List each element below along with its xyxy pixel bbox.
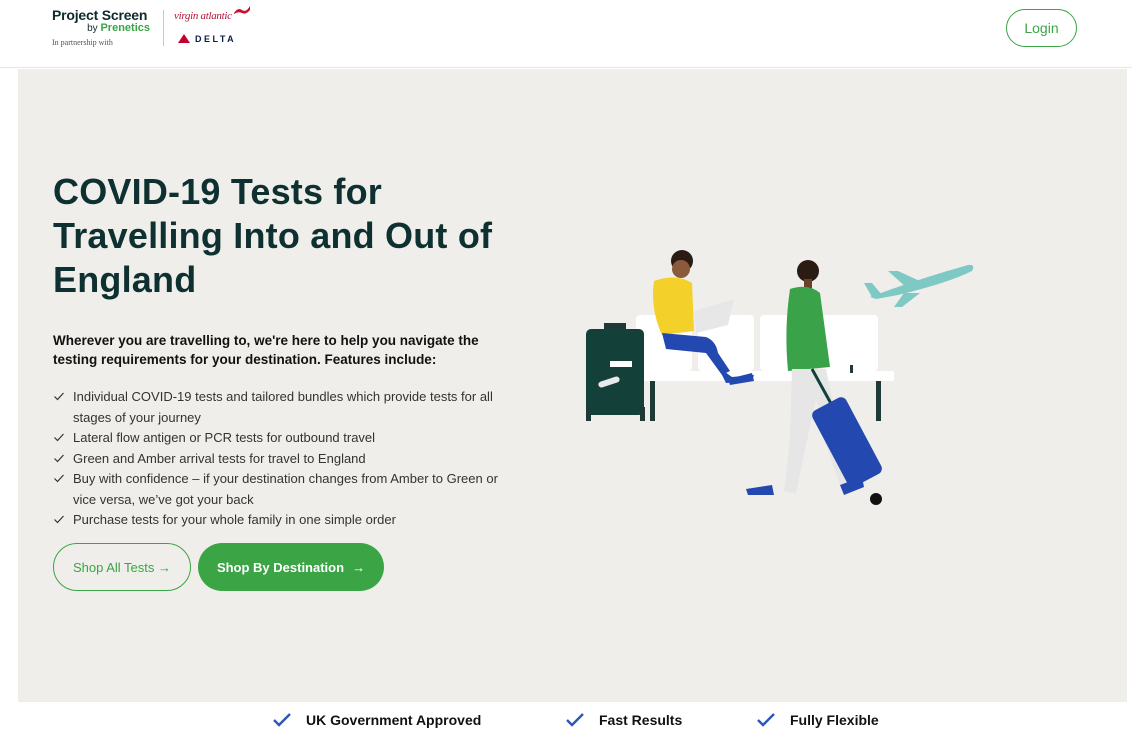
badge-fully-flexible: Fully Flexible — [756, 712, 879, 728]
airplane-icon — [864, 264, 974, 307]
login-button[interactable]: Login — [1006, 9, 1077, 47]
badge-label: UK Government Approved — [306, 712, 482, 728]
feature-text: Purchase tests for your whole family in … — [73, 512, 396, 527]
check-icon — [54, 454, 64, 462]
badge-label: Fully Flexible — [790, 712, 879, 728]
logo-divider — [163, 10, 164, 46]
feature-item: Lateral flow antigen or PCR tests for ou… — [53, 428, 523, 449]
brand-company: Prenetics — [100, 22, 150, 34]
shop-by-destination-button[interactable]: Shop By Destination → — [198, 543, 384, 591]
hero-intro: Wherever you are travelling to, we're he… — [53, 333, 479, 367]
check-icon — [54, 392, 64, 401]
hero-section: COVID-19 Tests for Travelling Into and O… — [18, 69, 1127, 702]
brand-by: by — [87, 23, 98, 34]
trust-badges: UK Government Approved Fast Results Full… — [0, 712, 1132, 742]
feature-text: Lateral flow antigen or PCR tests for ou… — [73, 430, 376, 445]
check-icon — [566, 713, 584, 727]
brand-byline: by Prenetics — [52, 22, 162, 35]
check-icon — [54, 474, 64, 483]
check-icon — [54, 515, 64, 524]
delta-triangle-icon — [178, 34, 190, 43]
site-header: Project Screen by Prenetics In partnersh… — [0, 0, 1132, 68]
shop-by-destination-label: Shop By Destination — [216, 559, 345, 575]
feature-item: Buy with confidence – if your destinatio… — [53, 469, 523, 510]
feature-text: Buy with confidence – if your destinatio… — [73, 471, 498, 507]
badge-fast-results: Fast Results — [565, 712, 682, 728]
feature-item: Purchase tests for your whole family in … — [53, 510, 523, 531]
travellers-illustration — [586, 250, 974, 505]
delta-wordmark: DELTA — [195, 34, 237, 44]
virgin-atlantic-logo: virgin atlantic — [174, 10, 232, 22]
check-icon — [54, 433, 64, 442]
feature-item: Individual COVID-19 tests and tailored b… — [53, 387, 523, 428]
badge-government-approved: UK Government Approved — [272, 712, 481, 728]
feature-text: Green and Amber arrival tests for travel… — [73, 450, 366, 466]
arrow-right-icon: → — [352, 559, 366, 575]
brand-title: Project Screen — [52, 7, 148, 23]
check-icon — [273, 713, 291, 727]
brand-partner-text: In partnership with — [52, 38, 113, 47]
feature-item: Green and Amber arrival tests for travel… — [53, 449, 523, 470]
feature-text: Individual COVID-19 tests and tailored b… — [73, 389, 493, 425]
suitcase-icon — [586, 323, 645, 421]
hero-title: COVID-19 Tests for Travelling Into and O… — [53, 171, 493, 300]
delta-logo: DELTA — [178, 34, 236, 44]
check-icon — [757, 713, 775, 727]
walking-person-icon — [746, 260, 882, 505]
project-screen-logo[interactable]: Project Screen by Prenetics In partnersh… — [52, 7, 162, 47]
feature-list: Individual COVID-19 tests and tailored b… — [53, 387, 523, 531]
badge-label: Fast Results — [599, 712, 683, 728]
virgin-flag-icon — [234, 6, 250, 14]
shop-all-tests-button[interactable]: Shop All Tests → — [53, 543, 191, 591]
